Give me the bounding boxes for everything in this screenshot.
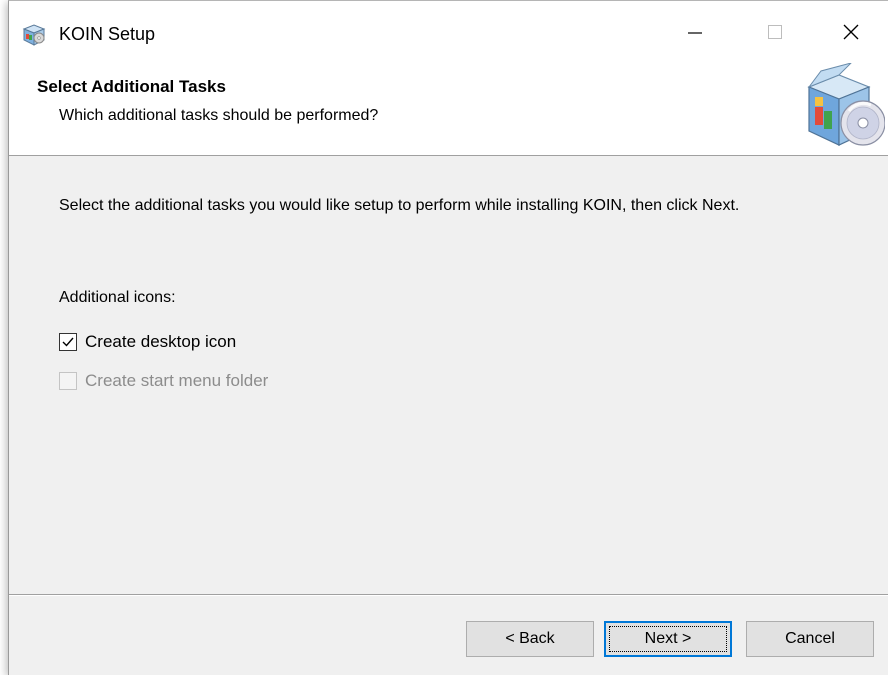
wizard-body: Select the additional tasks you would li… (9, 156, 888, 594)
maximize-icon (767, 24, 783, 45)
checkbox-unchecked-icon (59, 372, 77, 390)
back-button[interactable]: < Back (466, 621, 594, 657)
cancel-button[interactable]: Cancel (746, 621, 874, 657)
page-title: Select Additional Tasks (37, 77, 226, 96)
close-button[interactable] (821, 14, 881, 54)
minimize-icon (687, 24, 703, 45)
additional-icons-label: Additional icons: (59, 289, 176, 306)
title-bar[interactable]: KOIN Setup (9, 1, 888, 59)
create-desktop-icon-label[interactable]: Create desktop icon (85, 332, 236, 352)
page-subtitle: Which additional tasks should be perform… (59, 107, 379, 124)
create-start-menu-folder-checkbox: Create start menu folder (59, 371, 268, 391)
installer-box-cd-icon (801, 62, 886, 151)
instructions-text: Select the additional tasks you would li… (59, 197, 740, 214)
minimize-button[interactable] (665, 14, 725, 54)
next-button-label: Next > (609, 626, 727, 652)
close-icon (842, 23, 860, 46)
setup-box-icon (21, 21, 47, 47)
next-button[interactable]: Next > (604, 621, 732, 657)
window-title: KOIN Setup (59, 24, 156, 44)
create-start-menu-folder-label: Create start menu folder (85, 371, 269, 390)
maximize-button[interactable] (745, 14, 805, 54)
wizard-header: Select Additional Tasks Which additional… (9, 59, 888, 156)
checkbox-checked-icon[interactable] (59, 333, 77, 351)
setup-window: KOIN Setup Select Additional Tasks Which… (8, 0, 888, 675)
footer-divider (9, 594, 888, 596)
create-desktop-icon-checkbox[interactable]: Create desktop icon (59, 332, 236, 352)
